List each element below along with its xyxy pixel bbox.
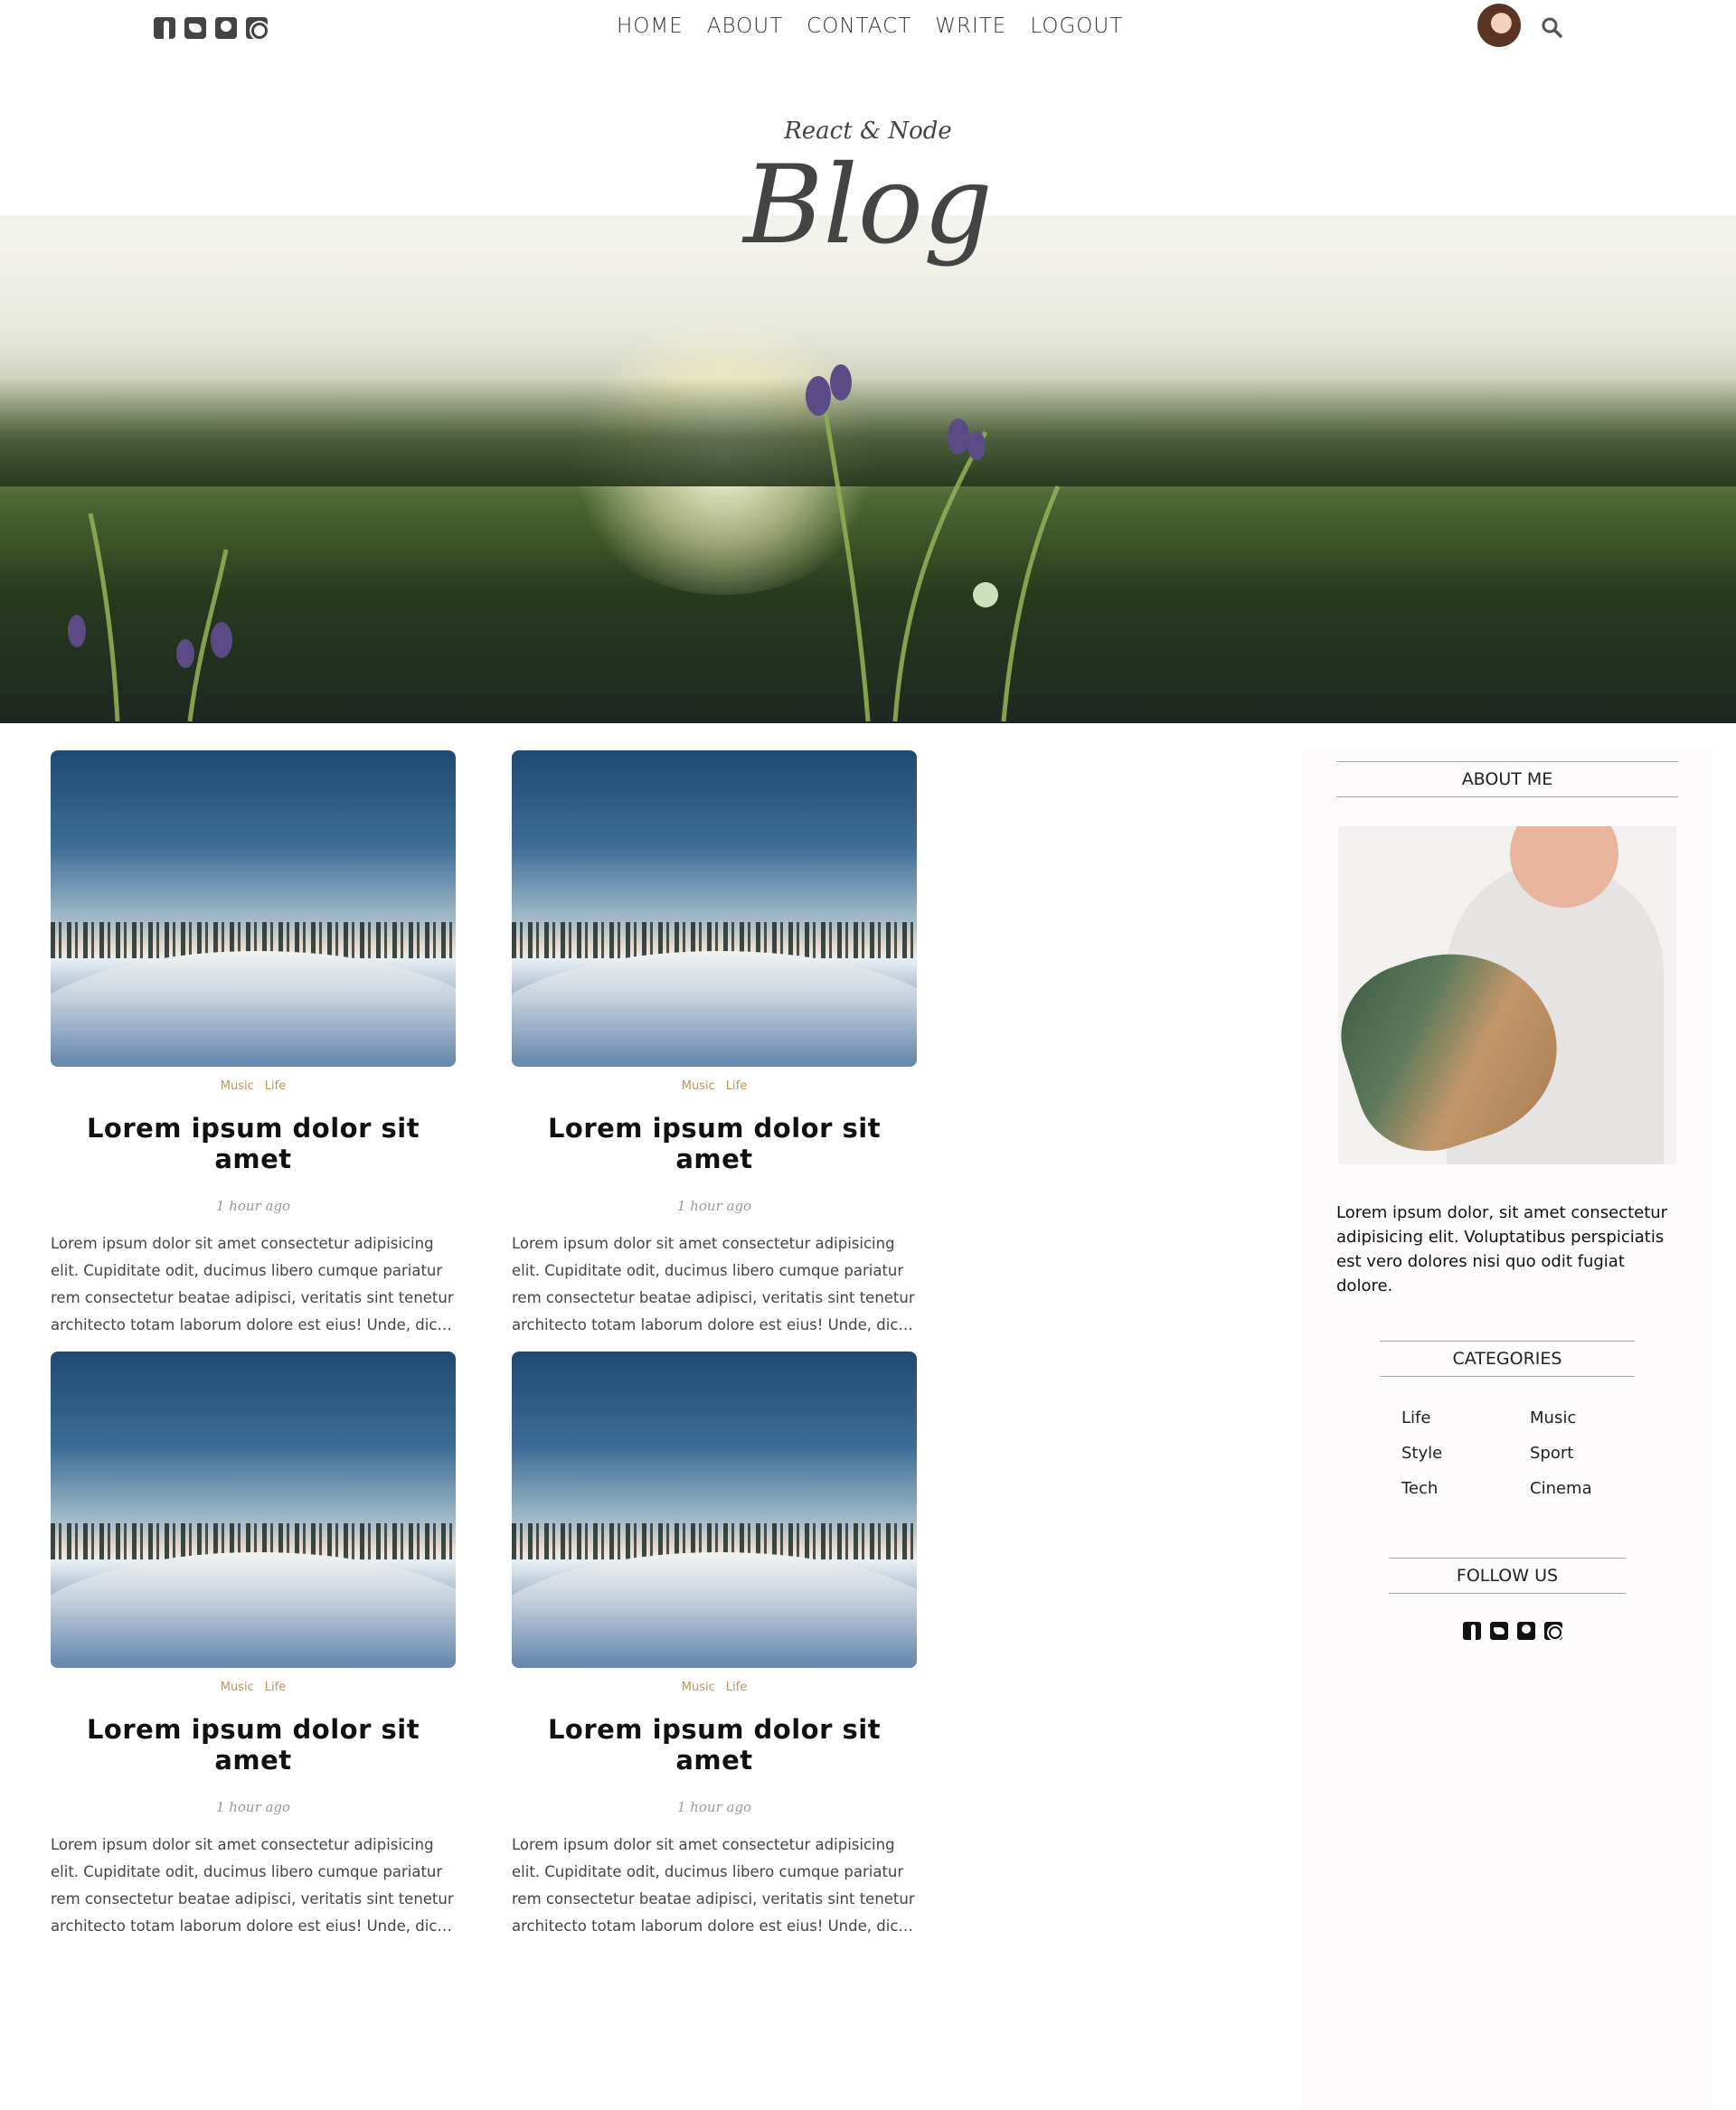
post-image[interactable] (51, 750, 456, 1067)
post-card[interactable]: Music Life Lorem ipsum dolor sit amet 1 h… (512, 750, 917, 1339)
post-category[interactable]: Life (726, 1079, 747, 1093)
post-image-snow (512, 951, 917, 1067)
facebook-square-icon[interactable] (1463, 1622, 1481, 1640)
search-icon[interactable] (1541, 16, 1562, 38)
post-date: 1 hour ago (215, 1198, 291, 1214)
nav-item-about[interactable]: ABOUT (707, 14, 783, 38)
post-description: Lorem ipsum dolor sit amet consectetur a… (512, 1235, 915, 1333)
category-item-sport[interactable]: Sport (1530, 1444, 1658, 1463)
instagram-square-icon[interactable] (246, 17, 268, 39)
twitter-square-icon[interactable] (184, 17, 206, 39)
post-card[interactable]: Music Life Lorem ipsum dolor sit amet 1 h… (512, 1352, 917, 1940)
about-me-title: ABOUT ME (1336, 761, 1678, 797)
post-date: 1 hour ago (215, 1799, 291, 1815)
category-item-music[interactable]: Music (1530, 1408, 1658, 1427)
nav-item-home[interactable]: HOME (617, 14, 684, 38)
post-category[interactable]: Life (265, 1079, 286, 1093)
post-image[interactable] (512, 750, 917, 1067)
hero-flowers (68, 364, 1061, 722)
header-title: Blog (743, 143, 993, 268)
post-image-snow (51, 951, 456, 1067)
header-titles: React & Node Blog (0, 118, 1736, 260)
post-description: Lorem ipsum dolor sit amet consectetur a… (512, 1836, 915, 1935)
sidebar: ABOUT ME Lorem ipsum dolor, sit amet con… (1302, 750, 1712, 2110)
post-categories: Music Life (51, 1681, 456, 1694)
post-title[interactable]: Lorem ipsum dolor sit amet (51, 1113, 456, 1174)
instagram-square-icon[interactable] (1544, 1622, 1562, 1640)
post-title[interactable]: Lorem ipsum dolor sit amet (512, 1714, 917, 1776)
follow-us-title: FOLLOW US (1389, 1558, 1626, 1594)
post-description: Lorem ipsum dolor sit amet consectetur a… (51, 1235, 454, 1333)
post-title[interactable]: Lorem ipsum dolor sit amet (512, 1113, 917, 1174)
post-category[interactable]: Music (221, 1079, 254, 1093)
post-description: Lorem ipsum dolor sit amet consectetur a… (51, 1836, 454, 1935)
top-bar: HOME ABOUT CONTACT WRITE LOGOUT (0, 0, 1736, 54)
category-item-life[interactable]: Life (1401, 1408, 1530, 1427)
pinterest-square-icon[interactable] (215, 17, 237, 39)
avatar[interactable] (1477, 4, 1521, 47)
category-list: Life Music Style Sport Tech Cinema (1401, 1408, 1673, 1498)
post-category[interactable]: Life (726, 1681, 747, 1694)
post-card[interactable]: Music Life Lorem ipsum dolor sit amet 1 h… (51, 750, 456, 1339)
nav-item-contact[interactable]: CONTACT (807, 14, 911, 38)
about-me-image (1338, 826, 1676, 1164)
main-nav: HOME ABOUT CONTACT WRITE LOGOUT (617, 14, 1123, 38)
social-links (154, 17, 268, 39)
post-image[interactable] (51, 1352, 456, 1668)
category-item-cinema[interactable]: Cinema (1530, 1479, 1658, 1498)
category-item-tech[interactable]: Tech (1401, 1479, 1530, 1498)
post-title[interactable]: Lorem ipsum dolor sit amet (51, 1714, 456, 1776)
post-categories: Music Life (51, 1079, 456, 1093)
facebook-square-icon[interactable] (154, 17, 175, 39)
post-categories: Music Life (512, 1079, 917, 1093)
post-categories: Music Life (512, 1681, 917, 1694)
post-image[interactable] (512, 1352, 917, 1668)
post-date: 1 hour ago (676, 1198, 752, 1214)
header-subtitle: React & Node (784, 118, 952, 145)
post-category[interactable]: Music (221, 1681, 254, 1694)
pinterest-square-icon[interactable] (1517, 1622, 1535, 1640)
post-image-snow (512, 1552, 917, 1668)
header-image (0, 215, 1736, 723)
nav-item-write[interactable]: WRITE (935, 14, 1006, 38)
post-image-snow (51, 1552, 456, 1668)
follow-us-icons (1463, 1622, 1562, 1640)
categories-title: CATEGORIES (1380, 1341, 1635, 1377)
post-category[interactable]: Music (682, 1079, 715, 1093)
twitter-square-icon[interactable] (1490, 1622, 1508, 1640)
post-card[interactable]: Music Life Lorem ipsum dolor sit amet 1 h… (51, 1352, 456, 1940)
nav-item-logout[interactable]: LOGOUT (1030, 14, 1123, 38)
post-category[interactable]: Life (265, 1681, 286, 1694)
about-me-text: Lorem ipsum dolor, sit amet consectetur … (1336, 1203, 1668, 1295)
post-date: 1 hour ago (676, 1799, 752, 1815)
post-category[interactable]: Music (682, 1681, 715, 1694)
category-item-style[interactable]: Style (1401, 1444, 1530, 1463)
